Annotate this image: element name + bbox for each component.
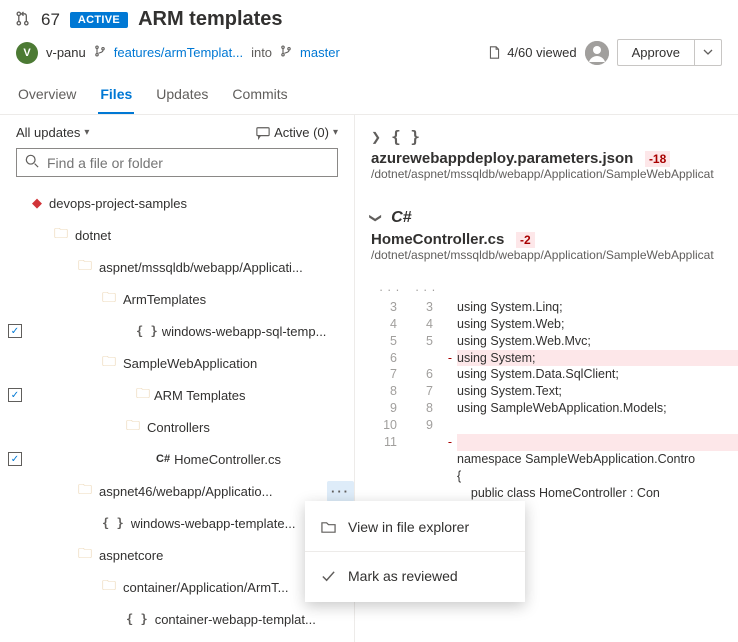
file-path: /dotnet/aspnet/mssqldb/webapp/Applicatio… <box>371 167 738 181</box>
search-icon <box>25 154 39 171</box>
checkbox[interactable]: ✓ <box>8 324 22 338</box>
search-field[interactable] <box>47 155 329 171</box>
json-icon: { } <box>391 127 420 146</box>
author-name[interactable]: v-panu <box>46 45 86 60</box>
tree-folder[interactable]: 🗀 aspnetcore <box>0 539 354 571</box>
file-name[interactable]: azurewebappdeploy.parameters.json <box>371 150 633 167</box>
file-path: /dotnet/aspnet/mssqldb/webapp/Applicatio… <box>371 248 738 262</box>
tab-overview[interactable]: Overview <box>16 76 78 114</box>
approve-button[interactable]: Approve <box>617 39 722 66</box>
tab-files[interactable]: Files <box>98 76 134 114</box>
folder-icon: 🗀 <box>102 351 116 375</box>
folder-icon <box>321 520 336 535</box>
folder-icon: 🗀 <box>102 287 116 311</box>
menu-mark-reviewed[interactable]: Mark as reviewed <box>305 556 525 596</box>
pr-title: ARM templates <box>138 8 282 31</box>
folder-icon: 🗀 <box>126 415 140 439</box>
folder-icon: 🗀 <box>78 479 92 503</box>
collapse-toggle[interactable]: ❯ <box>369 213 383 223</box>
viewed-progress[interactable]: 4/60 viewed <box>488 45 576 60</box>
tree-folder[interactable]: 🗀 SampleWebApplication <box>0 347 354 379</box>
json-icon: { } <box>136 324 158 338</box>
tree-folder[interactable]: 🗀 Controllers <box>0 411 354 443</box>
status-badge: ACTIVE <box>70 12 128 28</box>
tree-folder[interactable]: 🗀 aspnet46/webapp/Applicatio... ··· <box>0 475 354 507</box>
chevron-down-icon: ▾ <box>333 127 338 138</box>
comments-filter[interactable]: Active (0) ▾ <box>256 125 338 140</box>
pr-number: 67 <box>41 10 60 30</box>
chevron-down-icon[interactable] <box>694 40 721 65</box>
tab-bar: Overview Files Updates Commits <box>0 76 738 115</box>
tree-file[interactable]: ✓ { } windows-webapp-sql-temp... <box>0 315 354 347</box>
chevron-down-icon: ▾ <box>84 127 89 138</box>
pull-request-icon <box>16 11 31 29</box>
target-branch[interactable]: master <box>300 45 340 60</box>
folder-icon: 🗀 <box>78 255 92 279</box>
csharp-icon: C# <box>391 209 411 227</box>
tree-file[interactable]: { } container-webapp-templat... <box>0 603 354 635</box>
menu-view-explorer[interactable]: View in file explorer <box>305 507 525 547</box>
file-header: ❯ { } azurewebappdeploy.parameters.json … <box>371 127 738 181</box>
folder-icon: 🗀 <box>54 223 68 247</box>
csharp-icon: C# <box>156 453 170 465</box>
check-icon <box>321 569 336 584</box>
tab-updates[interactable]: Updates <box>154 76 210 114</box>
search-input[interactable] <box>16 148 338 177</box>
expand-toggle[interactable]: ❯ <box>371 130 381 144</box>
diff-stat: -18 <box>645 151 670 167</box>
context-menu: View in file explorer Mark as reviewed <box>305 501 525 602</box>
updates-filter[interactable]: All updates ▾ <box>16 125 89 140</box>
diff-stat: -2 <box>516 232 535 248</box>
tab-commits[interactable]: Commits <box>230 76 289 114</box>
project-icon: ◆ <box>32 195 42 211</box>
tree-folder[interactable]: 🗀 ArmTemplates <box>0 283 354 315</box>
avatar[interactable]: V <box>16 42 38 64</box>
more-button[interactable]: ··· <box>327 481 354 502</box>
tree-file[interactable]: ✓ C# HomeController.cs <box>0 443 354 475</box>
into-label: into <box>251 45 272 60</box>
json-icon: { } <box>102 516 124 530</box>
checkbox[interactable]: ✓ <box>8 388 22 402</box>
diff-view[interactable]: ······ 33using System.Linq; 44using Syst… <box>371 282 738 501</box>
tree-root[interactable]: ◆ devops-project-samples <box>0 187 354 219</box>
branch-icon <box>94 45 106 60</box>
tree-folder[interactable]: 🗀 aspnet/mssqldb/webapp/Applicati... <box>0 251 354 283</box>
comment-icon <box>256 126 270 140</box>
file-header: ❯ C# HomeController.cs -2 /dotnet/aspnet… <box>371 209 738 262</box>
checkbox[interactable]: ✓ <box>8 452 22 466</box>
tree-folder[interactable]: 🗀 dotnet <box>0 219 354 251</box>
tree-folder[interactable]: 🗀 container/Application/ArmT... <box>0 571 354 603</box>
file-tree[interactable]: ◆ devops-project-samples 🗀 dotnet 🗀 aspn… <box>0 187 354 642</box>
source-branch[interactable]: features/armTemplat... <box>114 45 243 60</box>
folder-icon: 🗀 <box>78 543 92 567</box>
json-icon: { } <box>126 612 148 626</box>
folder-icon: 🗀 <box>136 383 150 407</box>
document-icon <box>488 46 501 59</box>
tree-file[interactable]: { } windows-webapp-template... <box>0 507 354 539</box>
folder-icon: 🗀 <box>102 575 116 599</box>
persona-icon[interactable] <box>585 41 609 65</box>
branch-icon <box>280 45 292 60</box>
file-name[interactable]: HomeController.cs <box>371 231 504 248</box>
tree-folder[interactable]: ✓ 🗀 ARM Templates <box>0 379 354 411</box>
